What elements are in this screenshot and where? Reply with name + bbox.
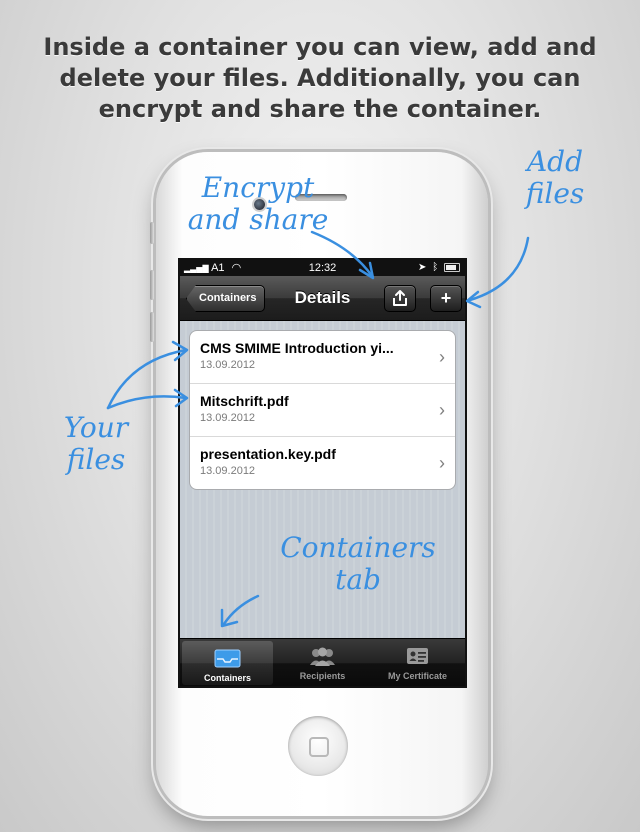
annotation-line: Encrypt xyxy=(201,171,315,204)
headline-text: Inside a container you can view, add and… xyxy=(43,33,597,123)
status-bar: ▂▃▅▇ A1 ◠ 12:32 ➤ ᛒ xyxy=(180,260,465,276)
file-name: Mitschrift.pdf xyxy=(200,393,289,409)
file-list: CMS SMIME Introduction yi... 13.09.2012 … xyxy=(189,330,456,490)
tab-recipients[interactable]: Recipients xyxy=(275,639,370,686)
home-button[interactable] xyxy=(288,716,348,776)
annotation-line: files xyxy=(66,443,126,476)
mute-switch xyxy=(150,222,154,244)
tab-label: Containers xyxy=(203,673,251,683)
inbox-tray-icon xyxy=(214,649,241,668)
volume-down-button xyxy=(150,312,154,342)
file-date: 13.09.2012 xyxy=(200,465,256,477)
phone-device: ▂▃▅▇ A1 ◠ 12:32 ➤ ᛒ Containers Details + xyxy=(150,152,488,816)
annotation-line: Containers xyxy=(280,531,436,564)
bluetooth-icon: ᛒ xyxy=(432,262,439,273)
file-row[interactable]: Mitschrift.pdf 13.09.2012 › xyxy=(190,384,455,437)
annotation-containers-tab: Containers tab xyxy=(258,532,458,596)
people-icon xyxy=(310,647,335,666)
chevron-right-icon: › xyxy=(439,347,445,367)
annotation-line: files xyxy=(525,177,585,210)
battery-icon xyxy=(444,262,460,272)
annotation-add-files: Add files xyxy=(500,146,610,210)
page-title: Details xyxy=(294,288,351,307)
location-arrow-icon: ➤ xyxy=(418,262,427,273)
tab-label: My Certificate xyxy=(387,671,448,681)
status-icons: ➤ ᛒ xyxy=(418,260,460,276)
home-square-icon xyxy=(309,737,329,757)
file-date: 13.09.2012 xyxy=(200,359,256,371)
chevron-right-icon: › xyxy=(439,400,445,420)
encrypt-share-button[interactable] xyxy=(384,285,416,312)
navigation-bar: Containers Details + xyxy=(180,276,465,321)
file-row[interactable]: CMS SMIME Introduction yi... 13.09.2012 … xyxy=(190,331,455,384)
volume-up-button xyxy=(150,270,154,300)
chevron-right-icon: › xyxy=(439,453,445,473)
annotation-line: Your xyxy=(63,411,129,444)
tab-my-certificate[interactable]: My Certificate xyxy=(370,639,465,686)
annotation-line: and share xyxy=(187,203,329,236)
tab-label: Recipients xyxy=(299,671,346,681)
annotation-your-files: Your files xyxy=(36,412,156,476)
file-name: presentation.key.pdf xyxy=(200,446,336,462)
phone-screen: ▂▃▅▇ A1 ◠ 12:32 ➤ ᛒ Containers Details + xyxy=(178,258,467,688)
add-files-button[interactable]: + xyxy=(430,285,462,312)
file-date: 13.09.2012 xyxy=(200,412,256,424)
tab-containers[interactable]: Containers xyxy=(182,641,273,685)
annotation-line: Add xyxy=(526,145,584,178)
back-button[interactable]: Containers xyxy=(186,285,266,312)
tab-bar: Containers Recipients My Certificate xyxy=(180,638,465,686)
annotation-line: tab xyxy=(335,563,381,596)
file-name: CMS SMIME Introduction yi... xyxy=(200,340,394,356)
annotation-encrypt-share: Encrypt and share xyxy=(168,172,348,236)
file-row[interactable]: presentation.key.pdf 13.09.2012 › xyxy=(190,437,455,489)
certificate-card-icon xyxy=(407,648,428,664)
share-icon xyxy=(393,290,407,306)
